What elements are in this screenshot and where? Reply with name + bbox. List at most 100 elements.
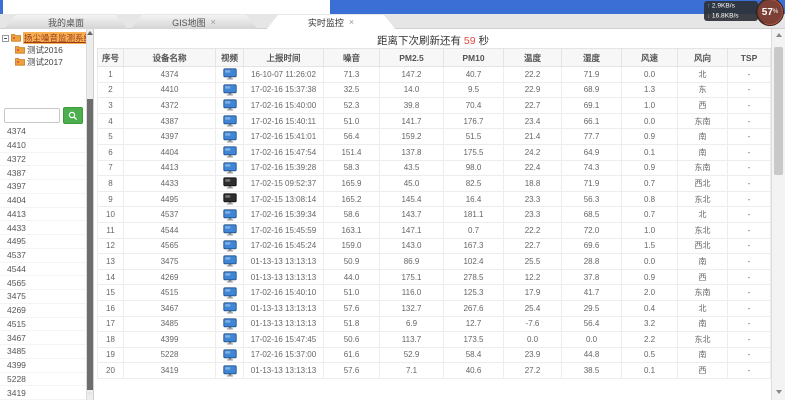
device-list-item[interactable]: 4387 xyxy=(0,166,86,180)
cell-video[interactable] xyxy=(216,332,244,348)
tab-close-icon[interactable]: × xyxy=(349,18,354,27)
table-row[interactable]: 4438717-02-16 15:40:1151.0141.7176.723.4… xyxy=(98,113,771,129)
table-scroll-thumb[interactable] xyxy=(774,47,783,175)
table-row[interactable]: 19522817-02-16 15:37:0061.652.958.423.94… xyxy=(98,347,771,363)
video-icon[interactable] xyxy=(223,115,237,127)
table-row[interactable]: 14426901-13-13 13:13:1344.0175.1278.512.… xyxy=(98,269,771,285)
cell-video[interactable] xyxy=(216,254,244,270)
sidebar-scroll-thumb[interactable] xyxy=(87,99,93,390)
device-list-item[interactable]: 4404 xyxy=(0,194,86,208)
video-icon[interactable] xyxy=(223,333,237,345)
cell-video[interactable] xyxy=(216,347,244,363)
table-row[interactable]: 7441317-02-16 15:39:2858.343.598.022.474… xyxy=(98,160,771,176)
video-icon[interactable] xyxy=(223,224,237,236)
device-list-item[interactable]: 4565 xyxy=(0,276,86,290)
cell-video[interactable] xyxy=(216,191,244,207)
video-icon[interactable] xyxy=(223,131,237,143)
table-row[interactable]: 10453717-02-16 15:39:3458.6143.7181.123.… xyxy=(98,207,771,223)
tree-child-node[interactable]: 测试2016 xyxy=(15,44,85,56)
device-list-item[interactable]: 3419 xyxy=(0,386,86,400)
device-list-item[interactable]: 4410 xyxy=(0,139,86,153)
scroll-up-icon[interactable] xyxy=(776,33,782,37)
device-list-item[interactable]: 4399 xyxy=(0,359,86,373)
cell-video[interactable] xyxy=(216,129,244,145)
video-icon[interactable] xyxy=(223,318,237,330)
table-scrollbar[interactable] xyxy=(771,29,785,400)
video-icon[interactable] xyxy=(223,193,237,205)
cell-video[interactable] xyxy=(216,82,244,98)
table-row[interactable]: 12456517-02-16 15:45:24159.0143.0167.322… xyxy=(98,238,771,254)
search-input[interactable] xyxy=(4,108,60,123)
video-icon[interactable] xyxy=(223,255,237,267)
tab-realtime-monitor[interactable]: 实时监控× xyxy=(266,15,396,30)
device-list-item[interactable]: 4433 xyxy=(0,221,86,235)
device-list-item[interactable]: 4413 xyxy=(0,208,86,222)
video-icon[interactable] xyxy=(223,349,237,361)
cell-video[interactable] xyxy=(216,113,244,129)
cell-video[interactable] xyxy=(216,269,244,285)
table-row[interactable]: 17348501-13-13 13:13:1351.86.912.7-7.656… xyxy=(98,316,771,332)
table-row[interactable]: 13347501-13-13 13:13:1350.986.9102.425.5… xyxy=(98,254,771,270)
cell-video[interactable] xyxy=(216,176,244,192)
cell-video[interactable] xyxy=(216,207,244,223)
cell-video[interactable] xyxy=(216,238,244,254)
video-icon[interactable] xyxy=(223,209,237,221)
device-list-item[interactable]: 5228 xyxy=(0,373,86,387)
device-list-item[interactable]: 4495 xyxy=(0,235,86,249)
scroll-down-icon[interactable] xyxy=(87,390,93,400)
device-list-item[interactable]: 4537 xyxy=(0,249,86,263)
device-list-item[interactable]: 3475 xyxy=(0,290,86,304)
tab-gis-map[interactable]: GIS地图× xyxy=(130,15,258,29)
cell-video[interactable] xyxy=(216,67,244,83)
video-icon[interactable] xyxy=(223,177,237,189)
video-icon[interactable] xyxy=(223,146,237,158)
table-row[interactable]: 9449517-02-15 13:08:14165.2145.416.423.3… xyxy=(98,191,771,207)
scroll-up-icon[interactable] xyxy=(87,31,93,35)
cell-video[interactable] xyxy=(216,222,244,238)
cell-video[interactable] xyxy=(216,363,244,379)
device-list-item[interactable]: 3485 xyxy=(0,345,86,359)
video-icon[interactable] xyxy=(223,68,237,80)
cell-video[interactable] xyxy=(216,144,244,160)
video-icon[interactable] xyxy=(223,287,237,299)
tab-close-icon[interactable]: × xyxy=(211,18,216,27)
tab-my-desktop[interactable]: 我的桌面 xyxy=(4,15,128,29)
table-row[interactable]: 18439917-02-16 15:47:4550.6113.7173.50.0… xyxy=(98,332,771,348)
cell-video[interactable] xyxy=(216,98,244,114)
video-icon[interactable] xyxy=(223,99,237,111)
table-row[interactable]: 8443317-02-15 09:52:37165.945.082.518.87… xyxy=(98,176,771,192)
video-icon[interactable] xyxy=(223,365,237,377)
video-icon[interactable] xyxy=(223,162,237,174)
video-icon[interactable] xyxy=(223,240,237,252)
video-icon[interactable] xyxy=(223,271,237,283)
device-list-item[interactable]: 4515 xyxy=(0,318,86,332)
device-list-item[interactable]: 3467 xyxy=(0,331,86,345)
device-list-item[interactable]: 4372 xyxy=(0,153,86,167)
cell-video[interactable] xyxy=(216,300,244,316)
table-row[interactable]: 11454417-02-16 15:45:59163.1147.10.722.2… xyxy=(98,222,771,238)
tree-root-node[interactable]: 扬尘噪音监测系统 xyxy=(2,32,85,44)
table-row[interactable]: 20341901-13-13 13:13:1357.67.140.627.238… xyxy=(98,363,771,379)
device-list-item[interactable]: 4374 xyxy=(0,125,86,139)
cell-video[interactable] xyxy=(216,316,244,332)
sidebar-scrollbar[interactable] xyxy=(86,29,94,400)
table-row[interactable]: 6440417-02-16 15:47:54151.4137.8175.524.… xyxy=(98,144,771,160)
device-list-item[interactable]: 4269 xyxy=(0,304,86,318)
device-list-item[interactable]: 4397 xyxy=(0,180,86,194)
video-icon[interactable] xyxy=(223,84,237,96)
device-list-item[interactable]: 4544 xyxy=(0,263,86,277)
table-row[interactable]: 3437217-02-16 15:40:0052.339.870.422.769… xyxy=(98,98,771,114)
tree-child-node[interactable]: 测试2017 xyxy=(15,56,85,68)
search-button[interactable] xyxy=(63,107,83,124)
cell-video[interactable] xyxy=(216,285,244,301)
cell-video[interactable] xyxy=(216,160,244,176)
scroll-down-icon[interactable] xyxy=(772,388,785,400)
table-row[interactable]: 15451517-02-16 15:40:1051.0116.0125.317.… xyxy=(98,285,771,301)
table-row[interactable]: 2441017-02-16 15:37:3832.514.09.522.968.… xyxy=(98,82,771,98)
table-row[interactable]: 1437416-10-07 11:26:0271.3147.240.722.27… xyxy=(98,67,771,83)
tree-collapse-icon[interactable] xyxy=(2,35,9,42)
table-row[interactable]: 16346701-13-13 13:13:1357.6132.7267.625.… xyxy=(98,300,771,316)
table-row[interactable]: 5439717-02-16 15:41:0156.4159.251.521.47… xyxy=(98,129,771,145)
video-icon[interactable] xyxy=(223,302,237,314)
tree-root-label[interactable]: 扬尘噪音监测系统 xyxy=(23,32,93,44)
